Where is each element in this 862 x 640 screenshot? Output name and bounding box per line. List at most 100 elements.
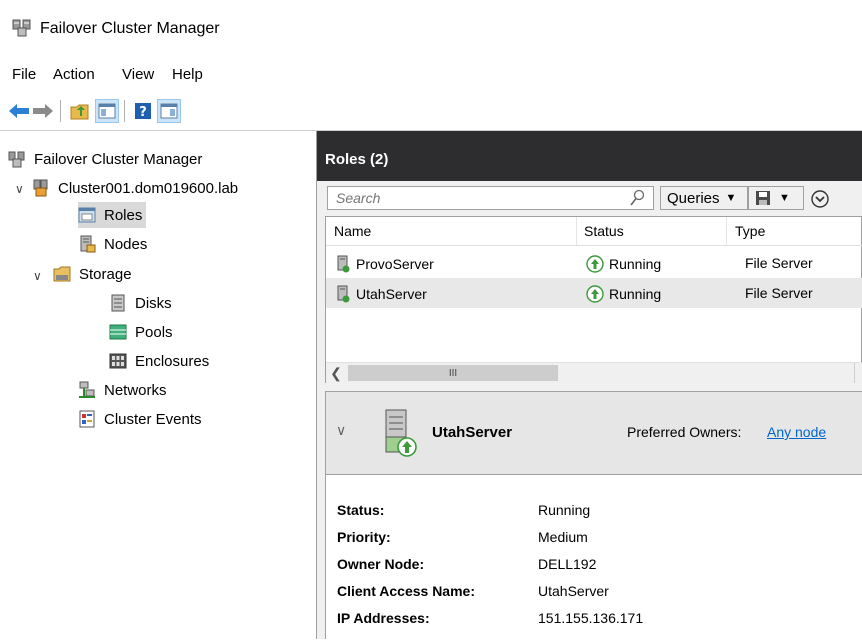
column-header-status[interactable]: Status — [584, 223, 624, 239]
enclosures-icon — [109, 353, 127, 369]
column-header-type[interactable]: Type — [735, 223, 765, 239]
tree-item-pools[interactable]: Pools — [109, 319, 173, 345]
roles-pane: Roles (2) Queries ▼ ▼ Name Status Type P — [317, 131, 862, 640]
toolbar-separator — [124, 100, 125, 122]
property-value: Medium — [538, 529, 588, 545]
search-box[interactable] — [327, 186, 654, 210]
cluster-manager-icon — [12, 19, 31, 37]
search-row: Queries ▼ ▼ — [325, 182, 862, 212]
scrollbar-thumb[interactable]: III — [348, 365, 558, 381]
cluster-icon — [33, 179, 48, 197]
svg-text:?: ? — [139, 105, 147, 120]
scroll-right-icon[interactable] — [854, 363, 862, 383]
menu-help[interactable]: Help — [172, 66, 203, 83]
scroll-left-icon[interactable]: ❮ — [326, 363, 346, 383]
roles-table: Name Status Type ProvoServer Running Fil… — [325, 216, 862, 383]
role-status-cell: Running — [586, 285, 661, 303]
search-icon[interactable] — [629, 189, 645, 207]
table-row[interactable]: UtahServer Running File Server — [326, 278, 862, 308]
table-header: Name Status Type — [326, 217, 862, 246]
column-header-name[interactable]: Name — [334, 223, 371, 239]
tree-label: Cluster001.dom019600.lab — [58, 179, 239, 197]
nodes-icon — [80, 235, 96, 253]
table-row[interactable]: ProvoServer Running File Server — [326, 248, 862, 278]
up-one-level-button[interactable] — [68, 99, 92, 123]
tree-item-nodes[interactable]: Nodes — [78, 231, 147, 257]
tree-item-storage[interactable]: Storage — [53, 261, 132, 287]
chevron-down-icon[interactable]: ∨ — [33, 269, 42, 283]
tree-label: Roles — [104, 206, 143, 224]
collapse-chevron-icon[interactable]: ∨ — [336, 422, 346, 439]
property-label: Status: — [337, 502, 385, 518]
console-tree: Failover Cluster Manager ∨ Cluster001.do… — [0, 131, 317, 639]
preferred-owners-link[interactable]: Any node — [767, 424, 826, 440]
selected-role-name: UtahServer — [432, 424, 513, 441]
queries-label: Queries — [667, 189, 720, 207]
pools-icon — [109, 324, 127, 340]
window-title: Failover Cluster Manager — [40, 20, 220, 37]
tree-item-root[interactable]: Failover Cluster Manager — [8, 146, 202, 172]
show-hide-action-pane-button[interactable] — [157, 99, 181, 123]
networks-icon — [79, 381, 95, 398]
property-value: Running — [538, 502, 591, 518]
roles-title: Roles (2) — [325, 151, 389, 168]
role-name-cell: ProvoServer — [336, 255, 434, 273]
tree-item-roles[interactable]: Roles — [78, 202, 147, 228]
save-icon — [756, 191, 770, 205]
preferred-owners-label: Preferred Owners: — [627, 424, 742, 440]
tree-label: Networks — [104, 381, 167, 399]
role-type: File Server — [745, 255, 813, 271]
chevron-down-icon[interactable]: ∨ — [15, 182, 24, 196]
tree-label: Failover Cluster Manager — [34, 150, 203, 168]
role-status: Running — [609, 286, 662, 302]
running-status-icon — [586, 285, 604, 303]
tree-item-networks[interactable]: Networks — [78, 377, 167, 403]
running-status-icon — [586, 255, 604, 273]
cluster-manager-icon — [8, 151, 25, 168]
back-button[interactable] — [7, 99, 31, 123]
property-label: Priority: — [337, 529, 391, 545]
queries-dropdown[interactable]: Queries ▼ — [660, 186, 748, 210]
search-input[interactable] — [334, 187, 628, 209]
toolbar-separator — [60, 100, 61, 122]
file-server-icon — [337, 285, 350, 303]
help-icon: ? — [135, 103, 151, 120]
disks-icon — [111, 294, 125, 312]
role-status: Running — [609, 256, 662, 272]
show-hide-action-pane-icon — [160, 103, 178, 119]
property-value: DELL192 — [538, 556, 597, 572]
menu-file[interactable]: File — [12, 66, 36, 83]
property-label: Client Access Name: — [337, 583, 475, 599]
property-label: IP Addresses: — [337, 610, 430, 626]
role-name: UtahServer — [356, 286, 427, 302]
tree-label: Nodes — [104, 235, 148, 253]
menu-view[interactable]: View — [122, 66, 154, 83]
menu-action[interactable]: Action — [53, 66, 95, 83]
server-role-icon — [385, 409, 417, 457]
save-query-dropdown[interactable]: ▼ — [748, 186, 804, 210]
details-header: ∨ UtahServer Preferred Owners: Any node — [326, 392, 862, 475]
expand-collapse-icon[interactable] — [811, 190, 829, 208]
tree-label: Disks — [135, 294, 172, 312]
property-value: 151.155.136.171 — [538, 610, 644, 626]
property-label: Owner Node: — [337, 556, 425, 572]
help-button[interactable]: ? — [131, 99, 155, 123]
horizontal-scrollbar[interactable]: ❮ III — [326, 362, 862, 383]
tree-label: Cluster Events — [104, 410, 202, 428]
tree-item-cluster[interactable]: Cluster001.dom019600.lab — [32, 175, 238, 201]
forward-arrow-icon — [33, 104, 53, 118]
cluster-events-icon — [79, 410, 95, 428]
properties-panel: Status: Running Priority: Medium Owner N… — [326, 475, 862, 640]
tree-item-cluster-events[interactable]: Cluster Events — [78, 406, 202, 432]
tree-item-disks[interactable]: Disks — [109, 290, 172, 316]
tree-label: Storage — [79, 265, 132, 283]
column-divider[interactable] — [576, 217, 577, 245]
property-value: UtahServer — [538, 583, 609, 599]
role-status-cell: Running — [586, 255, 661, 273]
forward-button[interactable] — [31, 99, 55, 123]
menu-bar: File Action View Help — [0, 62, 862, 90]
tree-item-enclosures[interactable]: Enclosures — [109, 348, 209, 374]
show-hide-console-tree-button[interactable] — [95, 99, 119, 123]
column-divider[interactable] — [726, 217, 727, 245]
storage-folder-icon — [53, 266, 71, 282]
